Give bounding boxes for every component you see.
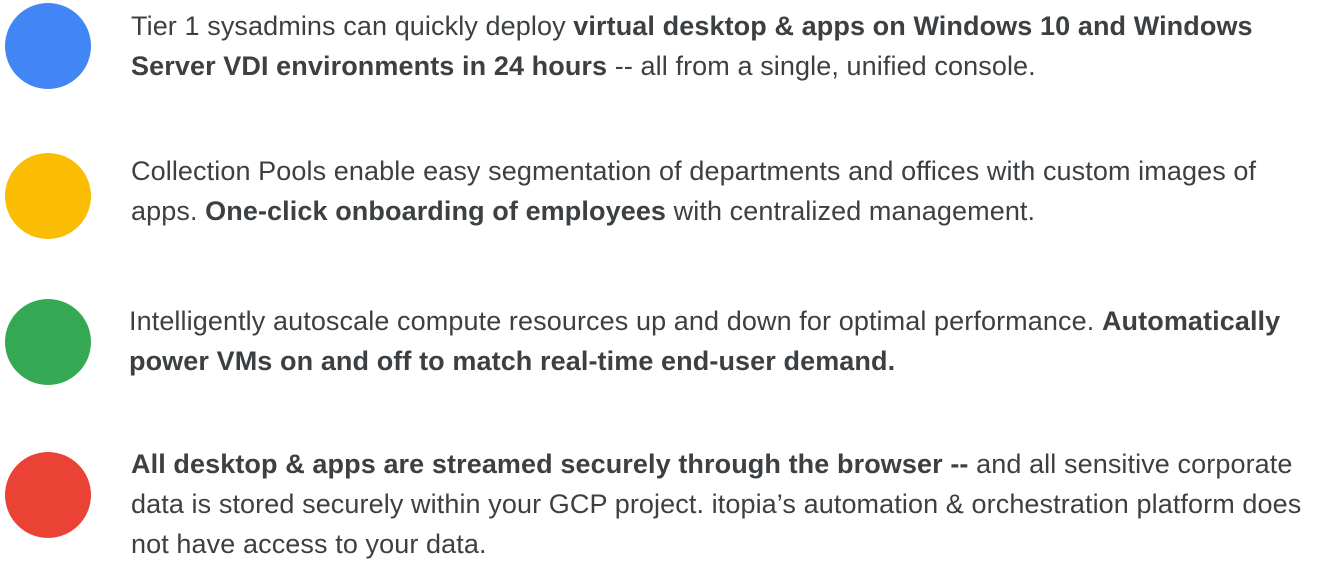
feature-1-part-3: -- all from a single, unified console. [607,51,1036,81]
feature-4-part-1: All desktop & apps are streamed securely… [131,449,969,479]
feature-2-part-2: One-click onboarding of employees [205,196,667,226]
feature-text-4: All desktop & apps are streamed securely… [131,444,1326,564]
feature-3-part-1: Intelligently autoscale compute resource… [129,306,1102,336]
feature-1-part-1: Tier 1 sysadmins can quickly deploy [131,11,574,41]
blue-circle-icon [5,3,91,89]
yellow-circle-icon [5,153,91,239]
green-circle-icon [5,299,91,385]
red-circle-icon [5,452,91,538]
feature-2-part-3: with centralized management. [666,196,1036,226]
feature-text-2: Collection Pools enable easy segmentatio… [131,151,1326,231]
feature-text-3: Intelligently autoscale compute resource… [129,301,1324,381]
feature-text-1: Tier 1 sysadmins can quickly deploy virt… [131,6,1326,86]
